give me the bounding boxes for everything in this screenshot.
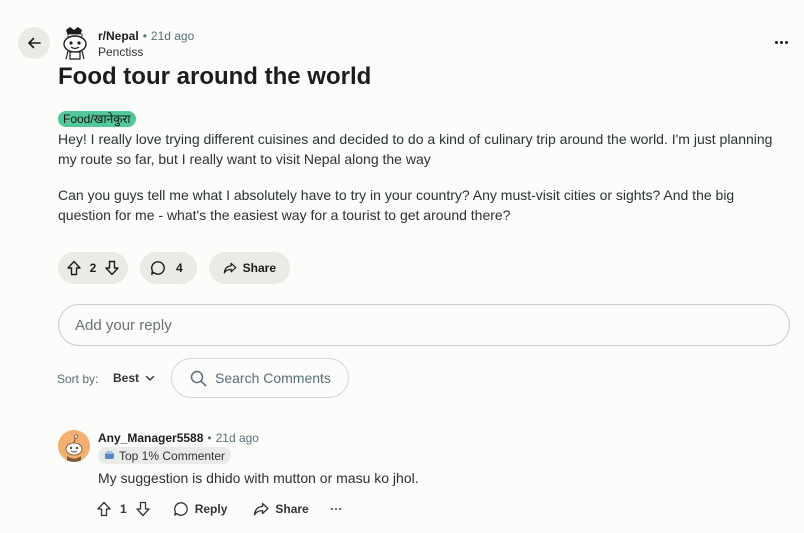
trophy-icon bbox=[105, 451, 114, 459]
ellipsis-dot bbox=[784, 40, 788, 44]
commenter-name[interactable]: Any_Manager5588 bbox=[98, 431, 203, 445]
subreddit-icon bbox=[63, 27, 87, 60]
ellipsis-dot bbox=[334, 508, 337, 510]
post-body: Hey! I really love trying different cuis… bbox=[58, 129, 786, 225]
speech-bubble-icon bbox=[173, 502, 188, 516]
comment-meta: Any_Manager5588 • 21d ago bbox=[98, 431, 259, 445]
post-more-button[interactable] bbox=[770, 32, 792, 52]
share-arrow-icon bbox=[254, 502, 270, 516]
arrow-up-icon[interactable] bbox=[66, 260, 82, 276]
reply-input[interactable]: Add your reply bbox=[58, 304, 790, 346]
ellipsis-dot bbox=[779, 40, 783, 44]
comment-reply-button[interactable]: Reply bbox=[173, 501, 228, 517]
comment-more-button[interactable] bbox=[330, 508, 341, 510]
search-placeholder: Search Comments bbox=[215, 370, 331, 386]
chevron-down-icon bbox=[145, 375, 155, 381]
post-author[interactable]: Penctiss bbox=[98, 45, 143, 59]
comment-actions: 1 Reply Share bbox=[96, 498, 341, 520]
comment-age: 21d ago bbox=[215, 431, 259, 445]
arrow-left-icon bbox=[28, 37, 41, 49]
subreddit-avatar[interactable] bbox=[60, 26, 90, 60]
ellipsis-dot bbox=[338, 508, 341, 510]
vote-count: 2 bbox=[89, 261, 97, 275]
sort-label: Sort by: bbox=[57, 372, 99, 386]
arrow-down-icon[interactable] bbox=[135, 501, 151, 517]
ellipsis-icon bbox=[330, 508, 333, 510]
post-meta: r/Nepal • 21d ago bbox=[98, 29, 194, 43]
share-arrow-icon bbox=[223, 262, 237, 274]
comments-button[interactable]: 4 bbox=[140, 252, 197, 284]
speech-bubble-icon bbox=[151, 261, 165, 275]
comment-vote-count: 1 bbox=[120, 502, 127, 516]
reply-placeholder: Add your reply bbox=[75, 316, 172, 334]
commenter-badge[interactable]: Top 1% Commenter bbox=[98, 447, 232, 464]
share-label: Share bbox=[275, 502, 309, 516]
meta-separator: • bbox=[207, 431, 212, 445]
badge-label: Top 1% Commenter bbox=[119, 448, 226, 463]
comment-body: My suggestion is dhido with mutton or ma… bbox=[98, 470, 419, 486]
ellipsis-icon bbox=[774, 40, 778, 44]
back-button[interactable] bbox=[18, 27, 50, 59]
meta-separator: • bbox=[142, 29, 147, 43]
comment-vote-control: 1 bbox=[96, 501, 151, 517]
post-paragraph: Can you guys tell me what I absolutely h… bbox=[58, 187, 735, 223]
arrow-up-icon[interactable] bbox=[96, 501, 112, 517]
vote-control: 2 bbox=[58, 252, 128, 284]
arrow-down-icon[interactable] bbox=[104, 260, 120, 276]
snoo-avatar-icon bbox=[58, 430, 90, 462]
post-paragraph: Hey! I really love trying different cuis… bbox=[58, 131, 773, 167]
commenter-avatar[interactable] bbox=[58, 430, 90, 462]
share-button[interactable]: Share bbox=[209, 252, 290, 284]
post-title: Food tour around the world bbox=[58, 63, 372, 90]
post-age: 21d ago bbox=[150, 29, 195, 43]
reply-label: Reply bbox=[194, 502, 228, 516]
comment-count: 4 bbox=[176, 261, 183, 275]
share-label: Share bbox=[242, 261, 276, 275]
search-icon bbox=[190, 370, 207, 386]
comment-share-button[interactable]: Share bbox=[253, 501, 309, 517]
post-flair[interactable]: Food/खानेकुरा bbox=[58, 111, 136, 127]
search-comments-input[interactable]: Search Comments bbox=[171, 358, 349, 398]
sort-dropdown[interactable]: Best bbox=[113, 371, 155, 385]
sort-value: Best bbox=[113, 371, 140, 385]
subreddit-link[interactable]: r/Nepal bbox=[98, 29, 139, 43]
